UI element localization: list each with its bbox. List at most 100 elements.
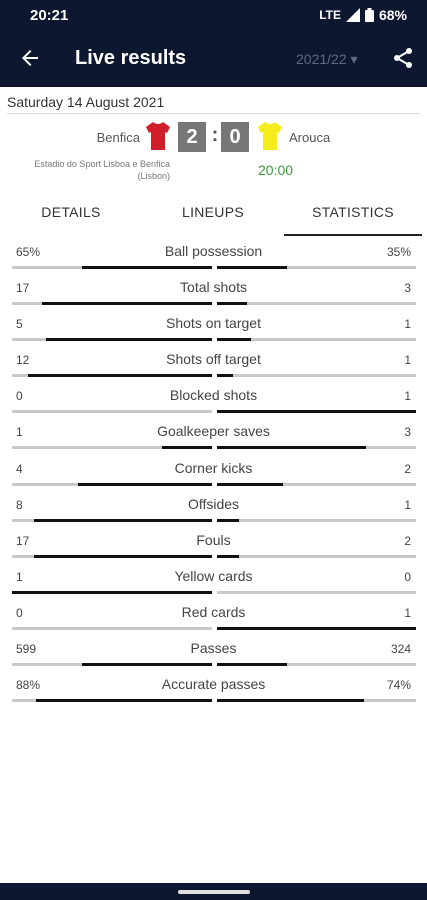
away-stat-bar — [217, 302, 247, 306]
status-indicators: LTE 68% — [319, 7, 407, 23]
stat-row: 0 Blocked shots 1 — [0, 384, 427, 420]
away-stat-bar — [217, 518, 239, 522]
stat-label: Yellow cards — [174, 567, 253, 584]
stat-row: 65% Ball possession 35% — [0, 240, 427, 276]
network-label: LTE — [319, 8, 341, 22]
home-stat-bar — [12, 590, 212, 594]
stat-row: 1 Yellow cards 0 — [0, 565, 427, 601]
home-stat-bar-track — [12, 302, 212, 306]
stat-label: Total shots — [180, 279, 247, 296]
kickoff-time: 20:00 — [258, 162, 294, 178]
home-stat-bar-track — [12, 699, 212, 703]
stat-label: Shots on target — [166, 315, 261, 332]
stat-away-value: 3 — [404, 425, 411, 440]
stat-row: 5 Shots on target 1 — [0, 312, 427, 348]
away-stat-bar-track — [217, 554, 416, 558]
app-bar: Live results 2021/22 ▾ — [0, 32, 427, 87]
home-stat-bar-track — [12, 266, 212, 269]
home-team-name: Benfica — [96, 130, 140, 145]
stat-row: 0 Red cards 1 — [0, 601, 427, 637]
stat-row: 17 Fouls 2 — [0, 529, 427, 565]
home-stat-bar-track — [12, 518, 212, 522]
away-stat-bar-track — [217, 590, 416, 594]
statistics-list: 65% Ball possession 35% 17 Total shots 3 5 Shot… — [0, 240, 427, 709]
home-stat-bar-track — [12, 663, 212, 667]
stat-label: Red cards — [181, 603, 246, 620]
home-stat-bar — [82, 663, 212, 667]
stat-row: 17 Total shots 3 — [0, 276, 427, 312]
away-stat-bar — [217, 482, 283, 486]
battery-level: 68% — [378, 7, 407, 23]
signal-icon — [345, 8, 360, 22]
stat-away-value: 0 — [404, 569, 411, 584]
away-stat-bar-track — [217, 410, 416, 414]
stat-away-value: 1 — [404, 605, 411, 620]
away-stat-bar-track — [217, 302, 416, 306]
tab-statistics[interactable]: STATISTICS — [284, 196, 422, 236]
stat-label: Blocked shots — [169, 387, 258, 404]
stat-row: 1 Goalkeeper saves 3 — [0, 420, 427, 456]
away-stat-bar — [217, 626, 416, 630]
away-stat-bar — [217, 410, 416, 414]
tab-details[interactable]: DETAILS — [0, 196, 142, 236]
home-stat-bar-track — [12, 338, 212, 342]
back-arrow-icon[interactable] — [18, 46, 42, 70]
stat-away-value: 74% — [386, 678, 411, 693]
stat-away-value: 2 — [404, 461, 411, 476]
share-icon[interactable] — [391, 46, 415, 70]
stat-away-value: 324 — [390, 642, 411, 657]
stat-row: 12 Shots off target 1 — [0, 348, 427, 384]
battery-icon — [364, 8, 374, 22]
away-stat-bar — [217, 554, 239, 558]
away-stat-bar — [217, 338, 251, 342]
away-stat-bar — [217, 663, 287, 667]
home-score: 2 — [178, 122, 206, 152]
stat-away-value: 3 — [404, 281, 411, 296]
stat-label: Accurate passes — [161, 676, 266, 693]
divider — [7, 113, 420, 114]
away-score: 0 — [221, 122, 249, 152]
stat-row: 88% Accurate passes 74% — [0, 673, 427, 709]
home-stat-bar-track — [12, 554, 212, 558]
stat-row: 8 Offsides 1 — [0, 493, 427, 529]
status-time: 20:21 — [30, 7, 69, 24]
stat-label: Passes — [190, 640, 237, 657]
home-stat-bar — [42, 302, 212, 306]
stadium-name: Estadio do Sport Lisboa e Benfica (Lisbo… — [34, 159, 170, 181]
stat-away-value: 1 — [404, 353, 411, 368]
stat-away-value: 1 — [404, 317, 411, 332]
home-shirt-icon — [146, 122, 170, 150]
stat-label: Offsides — [187, 495, 240, 512]
stat-label: Shots off target — [166, 351, 261, 368]
home-stat-bar — [82, 266, 212, 269]
page-title: Live results — [75, 47, 187, 69]
home-stat-bar — [28, 374, 212, 378]
home-gesture-handle[interactable] — [178, 890, 250, 894]
tab-bar: DETAILS LINEUPS STATISTICS — [0, 196, 427, 236]
navigation-bar — [0, 883, 427, 900]
stat-label: Corner kicks — [174, 459, 253, 476]
active-tab-indicator — [284, 234, 422, 236]
away-team-name: Arouca — [289, 130, 331, 145]
home-stat-bar — [34, 554, 212, 558]
stat-away-value: 35% — [386, 245, 411, 259]
stat-away-value: 1 — [404, 497, 411, 512]
away-stat-bar-track — [217, 663, 416, 667]
away-shirt-icon — [258, 122, 282, 150]
home-stat-bar-track — [12, 626, 212, 630]
home-stat-bar-track — [12, 410, 212, 414]
tab-lineups[interactable]: LINEUPS — [142, 196, 284, 236]
stat-away-value: 2 — [404, 533, 411, 548]
away-stat-bar — [217, 374, 233, 378]
status-bar: 20:21 LTE 68% — [0, 0, 427, 32]
home-stat-bar — [36, 699, 212, 703]
home-stat-bar-track — [12, 590, 212, 594]
away-stat-bar-track — [217, 626, 416, 630]
home-stat-bar — [34, 518, 212, 522]
score-separator: : — [211, 124, 219, 146]
home-stat-bar — [78, 482, 212, 486]
season-selector[interactable]: 2021/22 ▾ — [296, 51, 358, 68]
home-stat-bar — [46, 338, 212, 342]
away-stat-bar — [217, 699, 365, 703]
away-stat-bar-track — [217, 699, 416, 703]
